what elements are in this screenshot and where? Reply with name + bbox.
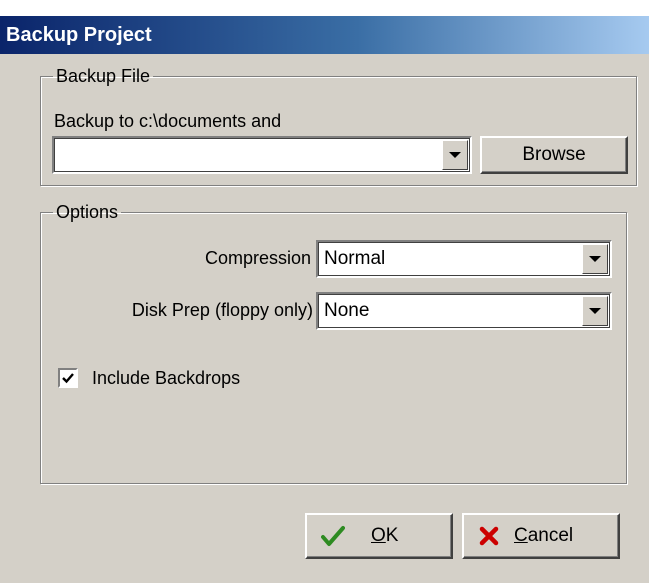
ok-label: OK (371, 525, 399, 546)
cancel-label: Cancel (514, 525, 574, 546)
ok-button[interactable]: OK (305, 513, 453, 559)
green-check-icon (321, 526, 345, 546)
options-legend: Options (56, 202, 119, 222)
backup-file-legend: Backup File (56, 66, 151, 86)
top-strip (0, 0, 649, 16)
compression-label: Compression (204, 248, 311, 268)
chevron-down-icon (449, 152, 461, 158)
include-backdrops-label[interactable]: Include Backdrops (92, 368, 240, 389)
disk-prep-label: Disk Prep (floppy only) (131, 300, 313, 320)
disk-prep-value: None (324, 300, 370, 321)
include-backdrops-checkbox[interactable] (58, 368, 78, 388)
compression-value: Normal (324, 248, 386, 269)
checkmark-icon (62, 373, 74, 384)
cancel-button[interactable]: Cancel (462, 513, 620, 559)
backup-path-combo[interactable] (52, 136, 472, 174)
browse-button[interactable]: Browse (480, 136, 628, 174)
disk-prep-select[interactable]: None (316, 292, 612, 330)
red-x-icon (479, 526, 499, 546)
chevron-down-icon (589, 308, 601, 314)
compression-dropdown-button[interactable] (582, 244, 608, 274)
disk-prep-dropdown-button[interactable] (582, 296, 608, 326)
backup-path-dropdown-button[interactable] (442, 140, 468, 170)
window-title: Backup Project (0, 16, 649, 54)
chevron-down-icon (589, 256, 601, 262)
compression-select[interactable]: Normal (316, 240, 612, 278)
backup-to-label: Backup to c:\documents and (54, 111, 282, 131)
